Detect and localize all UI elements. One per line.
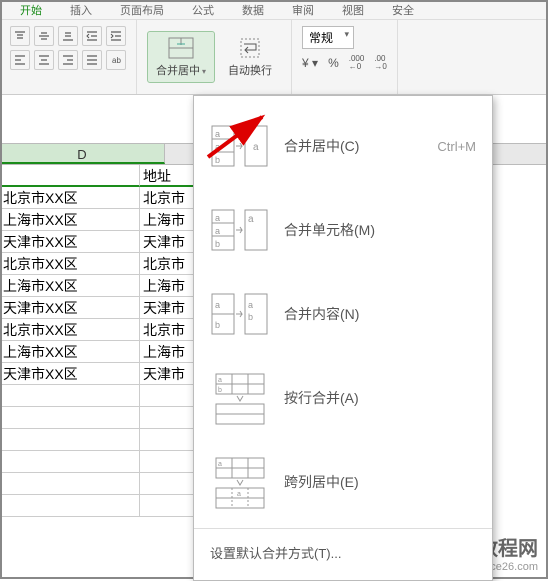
merge-icon	[167, 36, 195, 60]
align-right-icon[interactable]	[58, 50, 78, 70]
menu-center-across[interactable]: aa 跨列居中(E)	[194, 440, 492, 524]
currency-button[interactable]: ¥ ▾	[302, 56, 318, 70]
tab-safe[interactable]: 安全	[392, 2, 414, 18]
ribbon-tabs: 开始 插入 页面布局 公式 数据 审阅 视图 安全	[0, 0, 548, 20]
decrease-decimal-button[interactable]: .00→0	[374, 55, 386, 71]
merge-label: 合并居中	[156, 65, 200, 77]
svg-text:a: a	[253, 142, 259, 153]
svg-text:a: a	[215, 129, 220, 139]
tab-start[interactable]: 开始	[20, 2, 42, 18]
percent-button[interactable]: %	[328, 56, 339, 70]
menu-merge-content[interactable]: abab 合并内容(N)	[194, 272, 492, 356]
svg-text:b: b	[215, 155, 220, 165]
number-format-combo[interactable]: 常规	[302, 26, 354, 49]
align-group: ab	[0, 20, 137, 94]
merge-center-button[interactable]: 合并居中▾	[147, 31, 215, 83]
wrap-label: 自动换行	[228, 62, 272, 78]
tab-layout[interactable]: 页面布局	[120, 2, 164, 18]
svg-text:a: a	[215, 226, 220, 236]
svg-text:a: a	[218, 377, 222, 384]
svg-text:a: a	[237, 491, 241, 498]
svg-text:a: a	[215, 142, 220, 152]
number-format-group: 常规 ¥ ▾ % .000←0 .00→0	[292, 20, 398, 94]
tab-data[interactable]: 数据	[242, 2, 264, 18]
dropdown-arrow-icon: ▾	[202, 67, 206, 76]
svg-text:ab: ab	[112, 56, 121, 65]
tab-review[interactable]: 审阅	[292, 2, 314, 18]
orientation-icon[interactable]: ab	[106, 50, 126, 70]
svg-text:a: a	[248, 214, 254, 225]
center-across-icon: aa	[210, 454, 270, 510]
svg-text:a: a	[215, 300, 220, 310]
cell[interactable]	[0, 165, 140, 187]
menu-label: 按行合并(A)	[284, 388, 359, 408]
svg-text:b: b	[215, 239, 220, 249]
align-top-icon[interactable]	[10, 26, 30, 46]
align-left-icon[interactable]	[10, 50, 30, 70]
merge-dropdown-menu: aaba 合并居中(C) Ctrl+M aaba 合并单元格(M) abab 合…	[193, 95, 493, 581]
indent-decrease-icon[interactable]	[82, 26, 102, 46]
merge-center-icon: aaba	[210, 118, 270, 174]
svg-text:b: b	[215, 320, 220, 330]
menu-merge-cells[interactable]: aaba 合并单元格(M)	[194, 188, 492, 272]
menu-set-default[interactable]: 设置默认合并方式(T)...	[194, 533, 492, 572]
indent-increase-icon[interactable]	[106, 26, 126, 46]
menu-separator	[194, 528, 492, 529]
cell[interactable]: 地址	[140, 165, 195, 187]
tab-formula[interactable]: 公式	[192, 2, 214, 18]
comma-style-button[interactable]: .000←0	[349, 55, 365, 71]
align-bottom-icon[interactable]	[58, 26, 78, 46]
justify-icon[interactable]	[82, 50, 102, 70]
ribbon-toolbar: ab 合并居中▾ 自动换行 常规 ¥ ▾ % .000←0 .00→0	[0, 20, 548, 95]
svg-text:a: a	[248, 300, 253, 310]
svg-text:b: b	[248, 312, 253, 322]
col-header-d[interactable]: D	[0, 144, 165, 164]
menu-label: 合并居中(C)	[284, 136, 359, 156]
menu-merge-center[interactable]: aaba 合并居中(C) Ctrl+M	[194, 104, 492, 188]
menu-shortcut: Ctrl+M	[437, 139, 476, 154]
menu-label: 跨列居中(E)	[284, 472, 359, 492]
merge-wrap-group: 合并居中▾ 自动换行	[137, 20, 292, 94]
svg-text:a: a	[218, 461, 222, 468]
merge-cells-icon: aaba	[210, 202, 270, 258]
align-middle-icon[interactable]	[34, 26, 54, 46]
merge-row-icon: ab	[210, 370, 270, 426]
tab-insert[interactable]: 插入	[70, 2, 92, 18]
wrap-text-button[interactable]: 自动换行	[219, 31, 281, 83]
menu-label: 合并单元格(M)	[284, 220, 375, 240]
wrap-icon	[236, 36, 264, 60]
merge-content-icon: abab	[210, 286, 270, 342]
menu-label: 合并内容(N)	[284, 304, 359, 324]
svg-text:a: a	[215, 213, 220, 223]
svg-text:b: b	[218, 387, 222, 394]
menu-merge-by-row[interactable]: ab 按行合并(A)	[194, 356, 492, 440]
align-center-icon[interactable]	[34, 50, 54, 70]
tab-view[interactable]: 视图	[342, 2, 364, 18]
